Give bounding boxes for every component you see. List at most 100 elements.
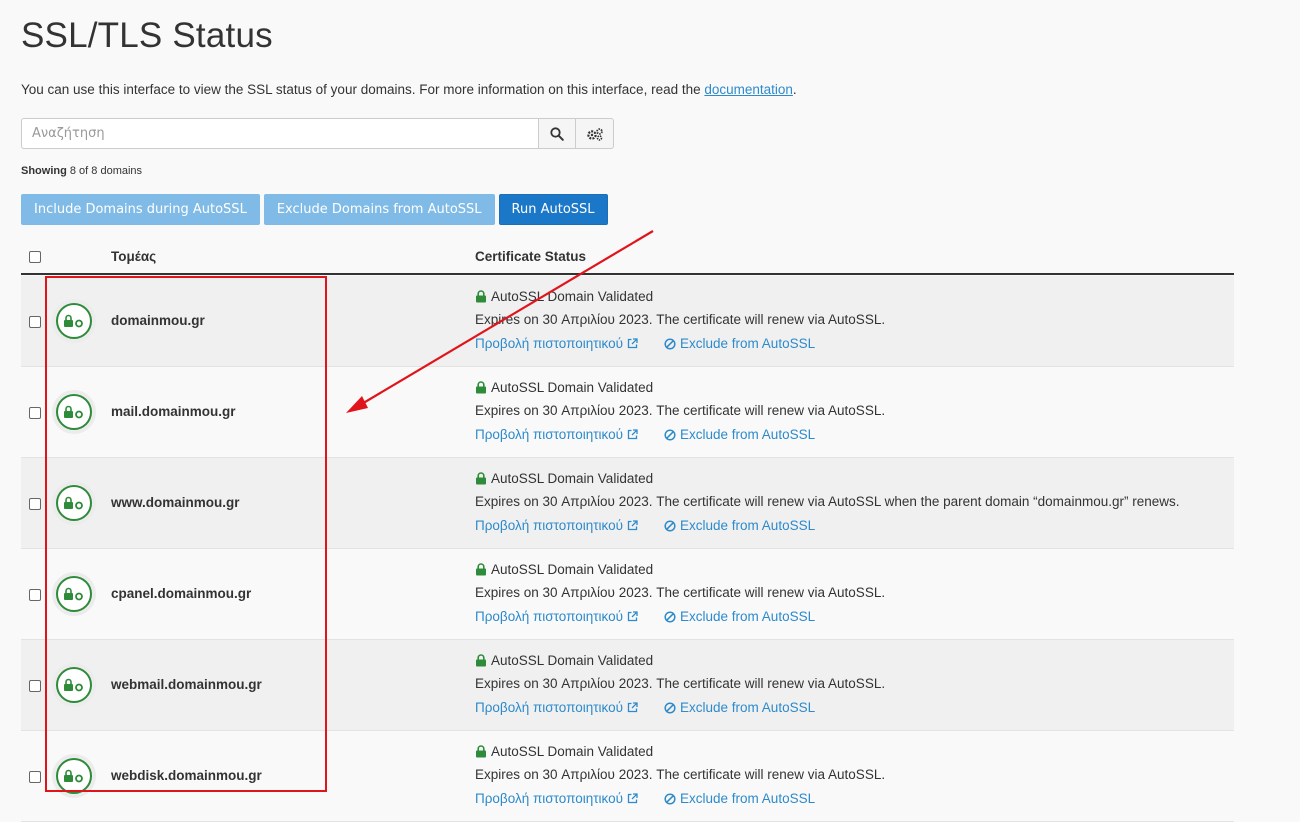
search-button[interactable]: [538, 118, 576, 149]
row-checkbox[interactable]: [29, 680, 41, 692]
lock-valid-icon: [64, 769, 83, 783]
table-header: Τομέας Certificate Status: [21, 240, 1234, 275]
autossl-actions: Include Domains during AutoSSL Exclude D…: [21, 194, 608, 225]
lock-valid-icon: [64, 587, 83, 601]
row-links: Προβολή πιστοποιητικού Exclude from Auto…: [475, 609, 885, 624]
row-checkbox[interactable]: [29, 407, 41, 419]
lock-icon: [476, 290, 486, 303]
lock-valid-icon: [64, 678, 83, 692]
status-text: AutoSSL Domain Validated: [491, 471, 654, 486]
certificate-status: AutoSSL Domain Validated Expires on 30 Α…: [475, 288, 885, 351]
column-header-domain[interactable]: Τομέας: [111, 249, 156, 264]
ssl-valid-badge: [56, 394, 92, 430]
status-text: AutoSSL Domain Validated: [491, 653, 654, 668]
view-certificate-link[interactable]: Προβολή πιστοποιητικού: [475, 427, 638, 442]
domain-name: webdisk.domainmou.gr: [111, 768, 262, 783]
expiry-text: Expires on 30 Απριλίου 2023. The certifi…: [475, 403, 886, 418]
row-checkbox[interactable]: [29, 498, 41, 510]
view-certificate-link[interactable]: Προβολή πιστοποιητικού: [475, 700, 638, 715]
ban-icon: [664, 337, 676, 350]
lock-valid-icon: [64, 496, 83, 510]
exclude-from-autossl-link[interactable]: Exclude from AutoSSL: [664, 609, 815, 624]
table-row: webmail.domainmou.gr AutoSSL Domain Vali…: [21, 640, 1234, 731]
row-checkbox[interactable]: [29, 316, 41, 328]
lock-icon: [476, 745, 486, 758]
certificate-status: AutoSSL Domain Validated Expires on 30 Α…: [475, 561, 885, 624]
status-line: AutoSSL Domain Validated: [475, 561, 885, 578]
column-header-certificate-status[interactable]: Certificate Status: [475, 249, 586, 264]
certificate-status: AutoSSL Domain Validated Expires on 30 Α…: [475, 379, 885, 442]
certificate-status: AutoSSL Domain Validated Expires on 30 Α…: [475, 652, 885, 715]
expiry-text: Expires on 30 Απριλίου 2023. The certifi…: [475, 312, 886, 327]
lock-icon: [476, 381, 486, 394]
include-domains-button[interactable]: Include Domains during AutoSSL: [21, 194, 260, 225]
run-autossl-button[interactable]: Run AutoSSL: [498, 194, 608, 225]
view-certificate-link[interactable]: Προβολή πιστοποιητικού: [475, 791, 638, 806]
ssl-valid-badge: [56, 303, 92, 339]
exclude-domains-button[interactable]: Exclude Domains from AutoSSL: [263, 194, 495, 225]
ssl-valid-badge: [56, 485, 92, 521]
lock-icon: [476, 472, 486, 485]
external-link-icon: [627, 611, 638, 622]
ban-icon: [664, 428, 676, 441]
search-settings-button[interactable]: [576, 118, 614, 149]
exclude-from-autossl-link[interactable]: Exclude from AutoSSL: [664, 518, 815, 533]
ban-icon: [664, 701, 676, 714]
page-description: You can use this interface to view the S…: [21, 82, 797, 97]
expiry-text: Expires on 30 Απριλίου 2023. The certifi…: [475, 494, 1180, 509]
status-text: AutoSSL Domain Validated: [491, 562, 654, 577]
view-certificate-link[interactable]: Προβολή πιστοποιητικού: [475, 518, 638, 533]
select-all-checkbox[interactable]: [29, 251, 41, 263]
domain-name: cpanel.domainmou.gr: [111, 586, 252, 601]
ssl-valid-badge: [56, 758, 92, 794]
exclude-from-autossl-link[interactable]: Exclude from AutoSSL: [664, 791, 815, 806]
search-input[interactable]: [21, 118, 538, 149]
status-line: AutoSSL Domain Validated: [475, 743, 885, 760]
page-title: SSL/TLS Status: [21, 16, 273, 55]
view-certificate-link[interactable]: Προβολή πιστοποιητικού: [475, 609, 638, 624]
row-checkbox[interactable]: [29, 589, 41, 601]
certificate-status: AutoSSL Domain Validated Expires on 30 Α…: [475, 470, 1179, 533]
status-text: AutoSSL Domain Validated: [491, 380, 654, 395]
lock-icon: [476, 563, 486, 576]
expiry-text: Expires on 30 Απριλίου 2023. The certifi…: [475, 676, 886, 691]
external-link-icon: [627, 429, 638, 440]
exclude-from-autossl-link[interactable]: Exclude from AutoSSL: [664, 427, 815, 442]
table-row: webdisk.domainmou.gr AutoSSL Domain Vali…: [21, 731, 1234, 822]
ssl-valid-badge: [56, 576, 92, 612]
exclude-from-autossl-link[interactable]: Exclude from AutoSSL: [664, 700, 815, 715]
external-link-icon: [627, 702, 638, 713]
table-row: mail.domainmou.gr AutoSSL Domain Validat…: [21, 367, 1234, 458]
row-checkbox[interactable]: [29, 771, 41, 783]
status-text: AutoSSL Domain Validated: [491, 744, 654, 759]
expiry-text: Expires on 30 Απριλίου 2023. The certifi…: [475, 767, 886, 782]
status-line: AutoSSL Domain Validated: [475, 470, 1179, 487]
ban-icon: [664, 792, 676, 805]
domain-name: domainmou.gr: [111, 313, 205, 328]
gears-icon: [586, 127, 603, 141]
external-link-icon: [627, 338, 638, 349]
status-line: AutoSSL Domain Validated: [475, 379, 885, 396]
domain-name: webmail.domainmou.gr: [111, 677, 262, 692]
view-certificate-link[interactable]: Προβολή πιστοποιητικού: [475, 336, 638, 351]
certificate-status: AutoSSL Domain Validated Expires on 30 Α…: [475, 743, 885, 806]
ssl-valid-badge: [56, 667, 92, 703]
domain-name: www.domainmou.gr: [111, 495, 240, 510]
documentation-link[interactable]: documentation: [704, 82, 793, 97]
row-links: Προβολή πιστοποιητικού Exclude from Auto…: [475, 427, 885, 442]
status-text: AutoSSL Domain Validated: [491, 289, 654, 304]
showing-count: Showing 8 of 8 domains: [21, 165, 143, 177]
lock-icon: [476, 654, 486, 667]
row-links: Προβολή πιστοποιητικού Exclude from Auto…: [475, 336, 885, 351]
domain-table: domainmou.gr AutoSSL Domain Validated Ex…: [21, 276, 1234, 822]
table-row: domainmou.gr AutoSSL Domain Validated Ex…: [21, 276, 1234, 367]
status-line: AutoSSL Domain Validated: [475, 288, 885, 305]
ban-icon: [664, 519, 676, 532]
row-links: Προβολή πιστοποιητικού Exclude from Auto…: [475, 791, 885, 806]
table-row: cpanel.domainmou.gr AutoSSL Domain Valid…: [21, 549, 1234, 640]
external-link-icon: [627, 793, 638, 804]
search-icon: [550, 126, 564, 141]
exclude-from-autossl-link[interactable]: Exclude from AutoSSL: [664, 336, 815, 351]
table-row: www.domainmou.gr AutoSSL Domain Validate…: [21, 458, 1234, 549]
ban-icon: [664, 610, 676, 623]
